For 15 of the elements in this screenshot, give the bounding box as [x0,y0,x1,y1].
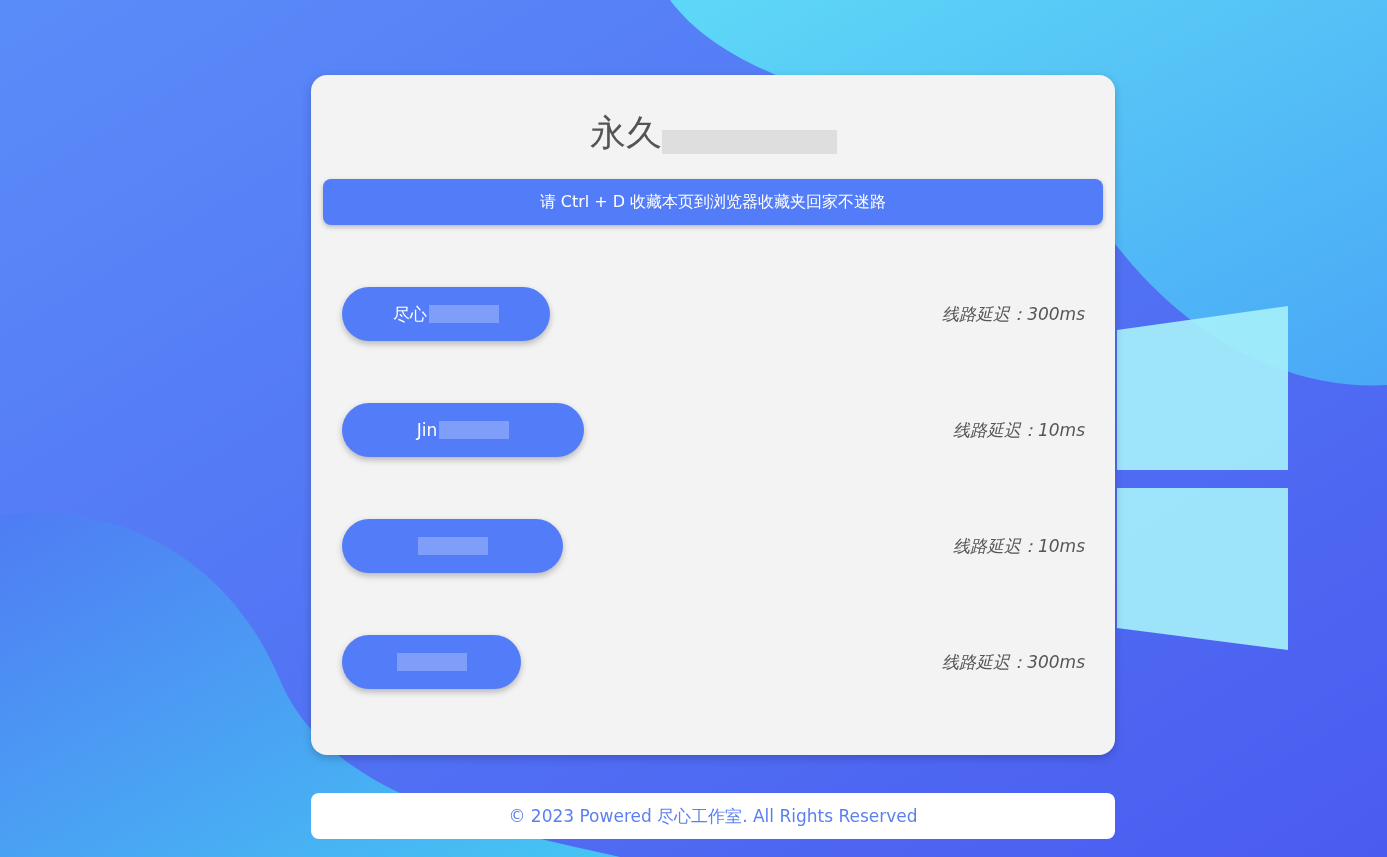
notice-text: 请 Ctrl + D 收藏本页到浏览器收藏夹回家不迷路 [539,191,887,213]
redaction-block [429,305,499,323]
line-button[interactable]: Jin [342,403,584,457]
redaction-block [396,653,467,671]
latency-text: 线路延迟：300ms [942,302,1085,326]
latency-text: 线路延迟：10ms [952,418,1085,442]
page-title: 永久 [589,110,662,155]
latency-text: 线路延迟：10ms [952,534,1085,558]
redaction-block [417,537,488,555]
line-button[interactable] [342,519,563,573]
copyright-text: © 2023 Powered 尽心工作室. All Rights Reserved [508,804,918,828]
line-button[interactable]: 尽心 [342,287,550,341]
redaction-block [439,421,510,439]
line-button[interactable] [342,635,521,689]
latency-text: 线路延迟：300ms [942,650,1085,674]
